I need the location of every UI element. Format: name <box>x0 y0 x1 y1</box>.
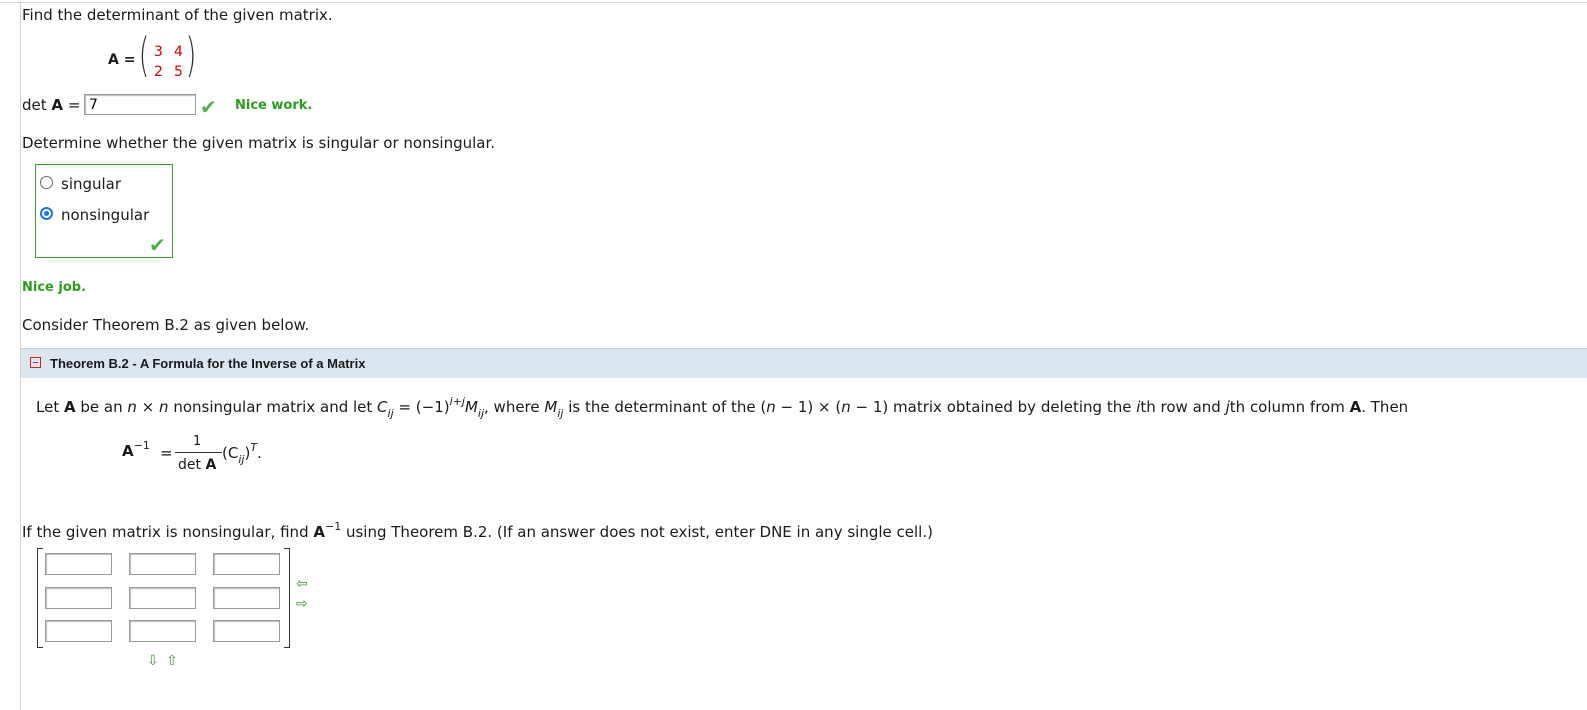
theorem-word: be an <box>80 398 123 416</box>
theorem-word: is the determinant of the ( <box>568 398 767 416</box>
inverse-prompt-text: using Theorem B.2. (If an answer does no… <box>345 523 933 541</box>
formula-lhs: A−1 <box>122 439 150 460</box>
question-prompt-singular: Determine whether the given matrix is si… <box>22 134 496 152</box>
matrix-right-paren: ) <box>185 28 197 82</box>
question-prompt-determinant: Find the determinant of the given matrix… <box>22 6 333 24</box>
theorem-word: . Then <box>1361 398 1409 416</box>
theorem-word: , where <box>484 398 540 416</box>
inverse-cell-r3c3[interactable] <box>213 620 280 642</box>
inverse-prompt: If the given matrix is nonsingular, find… <box>22 520 933 541</box>
inverse-cell-r3c2[interactable] <box>129 620 196 642</box>
radio-nonsingular-label[interactable]: nonsingular <box>61 206 149 224</box>
inverse-cell-r1c2[interactable] <box>129 553 196 575</box>
theorem-n: n <box>127 398 137 416</box>
add-row-arrow-icon[interactable]: ⇩ <box>147 654 159 668</box>
formula-numerator: 1 <box>193 434 202 449</box>
radio-nonsingular[interactable] <box>40 207 53 220</box>
formula-eq: = <box>160 444 173 462</box>
theorem-sub: ij <box>557 407 564 420</box>
matrix-cell: 4 <box>174 44 183 60</box>
matrix-left-bracket <box>37 548 43 648</box>
theorem-times: × <box>141 398 155 416</box>
theorem-A: A <box>63 398 76 416</box>
theorem-word: Let <box>36 398 60 416</box>
inverse-cell-r1c1[interactable] <box>45 553 112 575</box>
formula-sup: −1 <box>133 439 150 452</box>
fraction-bar <box>175 452 222 453</box>
theorem-sub: ij <box>387 407 394 420</box>
theorem-M: M <box>544 398 558 416</box>
det-label-eq: = <box>67 96 81 114</box>
inverse-prompt-sup: −1 <box>324 520 342 533</box>
formula-den-A: A <box>205 457 217 473</box>
theorem-eq: = (−1) <box>398 398 450 416</box>
theorem-A: A <box>1349 398 1362 416</box>
inverse-prompt-A: A <box>313 523 325 541</box>
matrix-cell: 3 <box>154 44 163 60</box>
matrix-right-bracket <box>284 548 290 648</box>
top-border <box>0 2 1587 3</box>
theorem-sub: ij <box>477 407 485 420</box>
formula-det: det <box>178 457 201 473</box>
theorem-word: th column from <box>1229 398 1345 416</box>
theorem-statement: Let A be an n × n nonsingular matrix and… <box>36 395 1409 420</box>
inverse-cell-r3c1[interactable] <box>45 620 112 642</box>
det-label-A: A <box>51 96 64 114</box>
inverse-cell-r2c3[interactable] <box>213 587 280 609</box>
theorem-C: C <box>377 398 388 416</box>
formula-dot: . <box>257 444 262 462</box>
theorem-word: − 1) × ( <box>775 398 842 416</box>
theorem-M: M <box>464 398 478 416</box>
theorem-n: n <box>159 398 169 416</box>
theorem-word: nonsingular matrix and let <box>173 398 373 416</box>
singular-feedback: Nice job. <box>22 280 87 295</box>
formula-T: T <box>250 441 258 454</box>
formula-C: (C <box>222 444 239 462</box>
matrix-cell: 2 <box>154 64 163 80</box>
theorem-n: n <box>841 398 851 416</box>
correct-check-icon: ✔ <box>149 233 166 257</box>
det-feedback: Nice work. <box>235 98 313 113</box>
theorem-intro: Consider Theorem B.2 as given below. <box>22 316 310 334</box>
collapse-icon[interactable] <box>30 357 41 368</box>
radio-singular[interactable] <box>40 176 53 189</box>
formula-rhs: (Cij)T. <box>222 441 262 466</box>
remove-column-arrow-icon[interactable]: ⇦ <box>296 577 308 591</box>
inverse-cell-r2c2[interactable] <box>129 587 196 609</box>
theorem-exp: i+j <box>449 395 465 408</box>
theorem-title[interactable]: Theorem B.2 - A Formula for the Inverse … <box>50 356 365 371</box>
matrix-cell: 5 <box>174 64 183 80</box>
matrix-left-paren: ( <box>138 28 150 82</box>
inverse-cell-r1c3[interactable] <box>213 553 280 575</box>
det-label: det A = <box>22 96 80 114</box>
formula-A: A <box>122 442 134 460</box>
inverse-prompt-text: If the given matrix is nonsingular, find <box>22 523 309 541</box>
formula-denominator: det A <box>178 457 216 473</box>
theorem-word: − 1) matrix obtained by deleting the <box>850 398 1132 416</box>
correct-check-icon: ✔ <box>200 95 217 119</box>
formula-sub: ij <box>238 453 245 466</box>
matrix-label: A = <box>108 52 136 68</box>
det-answer-input[interactable] <box>84 94 196 115</box>
radio-singular-label[interactable]: singular <box>61 175 121 193</box>
det-label-text: det <box>22 96 47 114</box>
remove-row-arrow-icon[interactable]: ⇧ <box>166 654 178 668</box>
theorem-word: th row and <box>1140 398 1221 416</box>
inverse-cell-r2c1[interactable] <box>45 587 112 609</box>
add-column-arrow-icon[interactable]: ⇨ <box>296 597 308 611</box>
theorem-n: n <box>766 398 776 416</box>
